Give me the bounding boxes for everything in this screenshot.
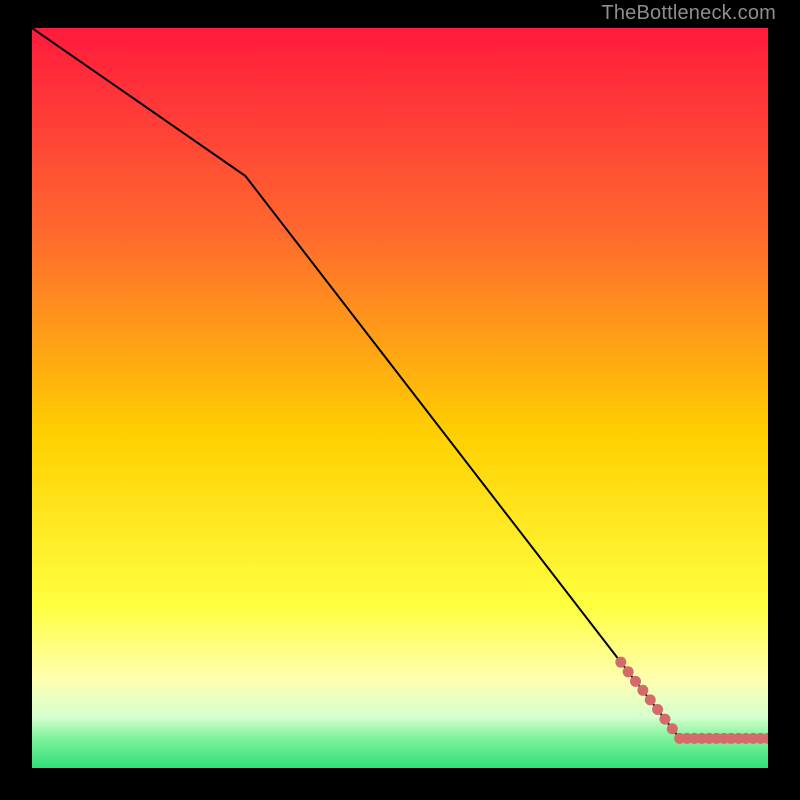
data-point bbox=[630, 676, 641, 687]
data-point bbox=[645, 694, 656, 705]
data-point bbox=[667, 723, 678, 734]
plot-svg bbox=[32, 28, 768, 768]
data-point bbox=[637, 685, 648, 696]
data-point bbox=[652, 704, 663, 715]
gradient-background bbox=[32, 28, 768, 768]
data-point bbox=[623, 666, 634, 677]
attribution-label: TheBottleneck.com bbox=[601, 2, 776, 25]
plot-area bbox=[32, 28, 768, 768]
chart-frame: TheBottleneck.com bbox=[0, 0, 800, 800]
data-point bbox=[659, 714, 670, 725]
data-point bbox=[615, 657, 626, 668]
